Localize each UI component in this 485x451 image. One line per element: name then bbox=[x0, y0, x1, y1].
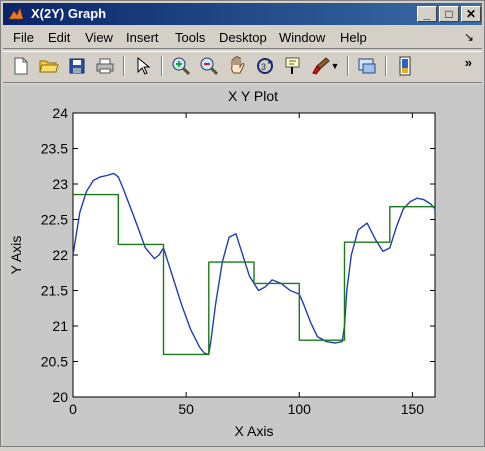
menu-tools[interactable]: Tools bbox=[175, 30, 205, 45]
y-tick-label: 21 bbox=[52, 318, 68, 334]
window-title: X(2Y) Graph bbox=[31, 6, 107, 21]
rotate-3d-icon[interactable]: 3 bbox=[253, 54, 277, 78]
svg-text:3: 3 bbox=[261, 62, 266, 72]
toolbar-separator bbox=[161, 56, 163, 76]
minimize-button[interactable]: _ bbox=[417, 6, 437, 22]
figure-toolbar: 3 ▼ » bbox=[3, 51, 482, 81]
x-tick-label: 150 bbox=[401, 401, 425, 417]
zoom-out-icon[interactable] bbox=[197, 54, 221, 78]
toolbar-overflow-icon[interactable]: » bbox=[465, 55, 472, 70]
menu-bar: File Edit View Insert Tools Desktop Wind… bbox=[3, 27, 482, 47]
axes-box[interactable] bbox=[72, 112, 436, 398]
x-tick-label: 50 bbox=[178, 401, 194, 417]
menu-view[interactable]: View bbox=[85, 30, 113, 45]
y-tick-label: 23.5 bbox=[41, 141, 68, 157]
pointer-icon[interactable] bbox=[131, 54, 155, 78]
dock-arrow-icon[interactable]: ↘ bbox=[464, 30, 474, 44]
data-cursor-icon[interactable] bbox=[281, 54, 305, 78]
y-tick-label: 20.5 bbox=[41, 354, 68, 370]
menu-help[interactable]: Help bbox=[340, 30, 367, 45]
menu-window[interactable]: Window bbox=[279, 30, 325, 45]
close-button[interactable]: ✕ bbox=[461, 6, 481, 22]
figure-window: X(2Y) Graph _ □ ✕ File Edit View Insert … bbox=[0, 0, 485, 447]
x-axis-label: X Axis bbox=[235, 423, 274, 439]
brush-dropdown-icon[interactable]: ▼ bbox=[328, 54, 342, 78]
y-tick-label: 22.5 bbox=[41, 212, 68, 228]
new-figure-icon[interactable] bbox=[9, 54, 33, 78]
chart-title: X Y Plot bbox=[228, 88, 278, 104]
x-tick-label: 100 bbox=[288, 401, 312, 417]
print-icon[interactable] bbox=[93, 54, 117, 78]
menu-insert[interactable]: Insert bbox=[126, 30, 159, 45]
title-bar[interactable]: X(2Y) Graph _ □ ✕ bbox=[3, 3, 482, 25]
zoom-in-icon[interactable] bbox=[169, 54, 193, 78]
maximize-button[interactable]: □ bbox=[439, 6, 459, 22]
y-tick-label: 22 bbox=[52, 247, 68, 263]
y-tick-label: 24 bbox=[52, 105, 68, 121]
y-tick-label: 20 bbox=[52, 389, 68, 405]
link-plot-icon[interactable] bbox=[355, 54, 379, 78]
insert-colorbar-icon[interactable] bbox=[393, 54, 417, 78]
menu-desktop[interactable]: Desktop bbox=[219, 30, 267, 45]
matlab-logo-icon bbox=[8, 7, 24, 20]
x-tick-label: 0 bbox=[69, 401, 77, 417]
figure-canvas: X Y Plot 0 50 100 150 20 20.5 21 21.5 22 22.5 23 23… bbox=[3, 85, 484, 446]
open-file-icon[interactable] bbox=[37, 54, 61, 78]
toolbar-separator bbox=[123, 56, 125, 76]
menu-edit[interactable]: Edit bbox=[48, 30, 70, 45]
toolbar-separator bbox=[385, 56, 387, 76]
y-tick-label: 21.5 bbox=[41, 283, 68, 299]
pan-icon[interactable] bbox=[225, 54, 249, 78]
save-icon[interactable] bbox=[65, 54, 89, 78]
xy-plot[interactable]: X Y Plot 0 50 100 150 20 20.5 21 21.5 22 22.5 23 23… bbox=[3, 85, 484, 446]
y-axis-label: Y Axis bbox=[8, 236, 24, 275]
y-tick-label: 23 bbox=[52, 176, 68, 192]
toolbar-separator bbox=[347, 56, 349, 76]
menu-file[interactable]: File bbox=[13, 30, 34, 45]
